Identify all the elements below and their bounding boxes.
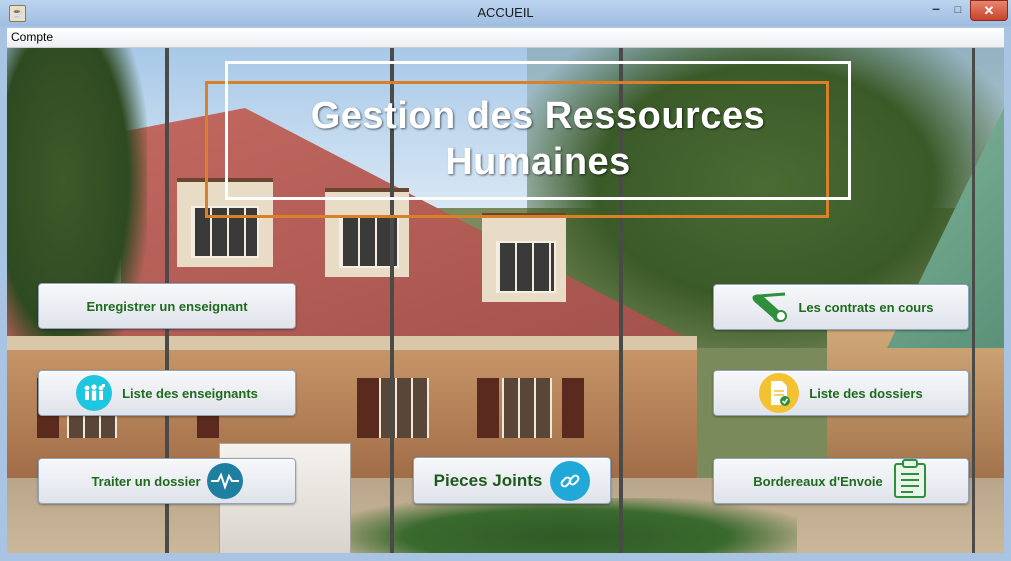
- bordereaux-envoie-label: Bordereaux d'Envoie: [753, 473, 883, 489]
- window-title: ACCUEIL: [477, 5, 534, 20]
- clipboard-icon: [891, 458, 929, 504]
- minimize-button[interactable]: –: [925, 1, 947, 19]
- liste-dossiers-button[interactable]: Liste des dossiers: [713, 370, 969, 416]
- pieces-jointes-label: Pieces Joints: [433, 470, 543, 490]
- contrats-en-cours-label: Les contrats en cours: [798, 299, 934, 315]
- traiter-dossier-label: Traiter un dossier: [91, 473, 201, 489]
- menu-compte[interactable]: Compte: [11, 30, 53, 44]
- app-window: ☕ ACCUEIL – □ ✕ Compte Gestion des Resso…: [0, 0, 1011, 561]
- enregistrer-enseignant-label: Enregistrer un enseignant: [86, 298, 248, 314]
- liste-enseignants-label: Liste des enseignants: [122, 385, 258, 401]
- traiter-dossier-button[interactable]: Traiter un dossier: [38, 458, 296, 504]
- document-check-icon: [759, 373, 800, 413]
- menu-bar: Compte: [7, 28, 1004, 48]
- contract-scroll-icon: [748, 289, 794, 325]
- teachers-icon: [76, 375, 113, 411]
- link-icon: [550, 460, 591, 501]
- maximize-button[interactable]: □: [948, 3, 968, 19]
- liste-enseignants-button[interactable]: Liste des enseignants: [38, 370, 296, 416]
- page-title-line1: Gestion des Ressources: [310, 95, 766, 137]
- pieces-jointes-button[interactable]: Pieces Joints: [413, 457, 611, 504]
- heartbeat-icon: [206, 463, 243, 499]
- enregistrer-enseignant-button[interactable]: Enregistrer un enseignant: [38, 283, 296, 329]
- contrats-en-cours-button[interactable]: Les contrats en cours: [713, 284, 969, 330]
- close-button[interactable]: ✕: [970, 0, 1008, 21]
- liste-dossiers-label: Liste des dossiers: [809, 385, 923, 401]
- page-title-line2: Humaines: [445, 141, 631, 183]
- main-content: Gestion des Ressources Humaines Enregist…: [7, 48, 1004, 553]
- title-bar: ☕ ACCUEIL – □ ✕: [0, 0, 1011, 26]
- page-title: Gestion des Ressources Humaines: [225, 93, 851, 185]
- bordereaux-envoie-button[interactable]: Bordereaux d'Envoie: [713, 458, 969, 504]
